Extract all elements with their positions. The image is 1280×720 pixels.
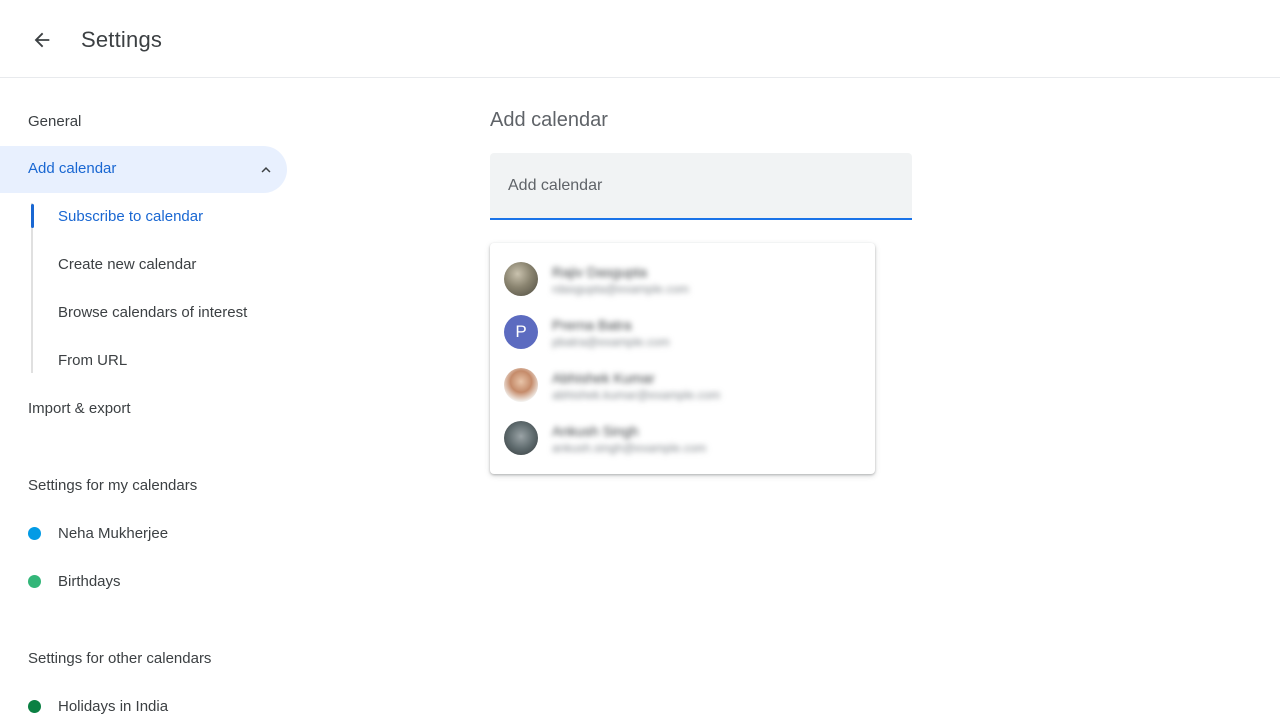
calendar-label: Holidays in India <box>58 697 169 715</box>
sidebar-item-import-export[interactable]: Import & export <box>28 400 131 417</box>
avatar-letter: P <box>515 322 527 341</box>
avatar <box>504 421 538 455</box>
suggestion-email: rdasgupta@example.com <box>552 282 689 296</box>
settings-sidebar: General Add calendar Subscribe to calend… <box>0 78 300 720</box>
sidebar-subitem-browse[interactable]: Browse calendars of interest <box>58 304 247 321</box>
sidebar-subitem-from-url[interactable]: From URL <box>58 352 127 369</box>
suggestion-name: Ankush Singh <box>552 423 639 439</box>
calendar-item-neha[interactable]: Neha Mukherjee <box>28 521 168 545</box>
suggestion-email: ankush.singh@example.com <box>552 441 707 455</box>
add-calendar-input[interactable] <box>508 173 888 199</box>
suggestion-email: pbatra@example.com <box>552 335 670 349</box>
sidebar-subitem-create-new[interactable]: Create new calendar <box>58 256 196 273</box>
suggestion-item[interactable]: Abhishek Kumar abhishek.kumar@example.co… <box>490 358 875 410</box>
calendar-item-birthdays[interactable]: Birthdays <box>28 569 121 593</box>
page-title: Settings <box>81 27 163 52</box>
calendar-label: Birthdays <box>58 572 121 590</box>
calendar-color-dot <box>28 526 41 540</box>
sidebar-item-add-calendar[interactable]: Add calendar <box>0 146 287 193</box>
section-title: Add calendar <box>490 109 608 131</box>
sidebar-subitem-subscribe[interactable]: Subscribe to calendar <box>58 208 203 225</box>
suggestion-dropdown: Rajiv Dasgupta rdasgupta@example.com P P… <box>490 243 875 474</box>
suggestion-item[interactable]: Ankush Singh ankush.singh@example.com <box>490 411 875 463</box>
avatar <box>504 368 538 402</box>
back-button[interactable] <box>26 24 58 56</box>
other-calendars-heading: Settings for other calendars <box>28 650 212 667</box>
suggestion-item[interactable]: Rajiv Dasgupta rdasgupta@example.com <box>490 252 875 304</box>
add-calendar-field[interactable] <box>490 153 912 220</box>
avatar <box>504 262 538 296</box>
sidebar-item-label: Add calendar <box>28 160 117 177</box>
active-indicator <box>31 204 34 228</box>
subitems-divider <box>31 203 33 373</box>
top-bar: Settings <box>0 0 1280 78</box>
suggestion-name: Prerna Batra <box>552 317 632 333</box>
my-calendars-heading: Settings for my calendars <box>28 477 198 494</box>
arrow-back-icon <box>34 32 50 48</box>
suggestion-item[interactable]: P Prerna Batra pbatra@example.com <box>490 305 875 357</box>
calendar-item-holidays[interactable]: Holidays in India <box>28 694 168 718</box>
sidebar-item-general[interactable]: General <box>28 113 81 130</box>
suggestion-email: abhishek.kumar@example.com <box>552 388 721 402</box>
calendar-color-dot <box>28 699 41 713</box>
calendar-label: Neha Mukherjee <box>58 524 169 542</box>
avatar: P <box>504 315 538 349</box>
calendar-color-dot <box>28 574 41 588</box>
chevron-up-icon <box>261 167 271 173</box>
suggestion-name: Rajiv Dasgupta <box>552 264 647 280</box>
suggestion-name: Abhishek Kumar <box>552 370 655 386</box>
